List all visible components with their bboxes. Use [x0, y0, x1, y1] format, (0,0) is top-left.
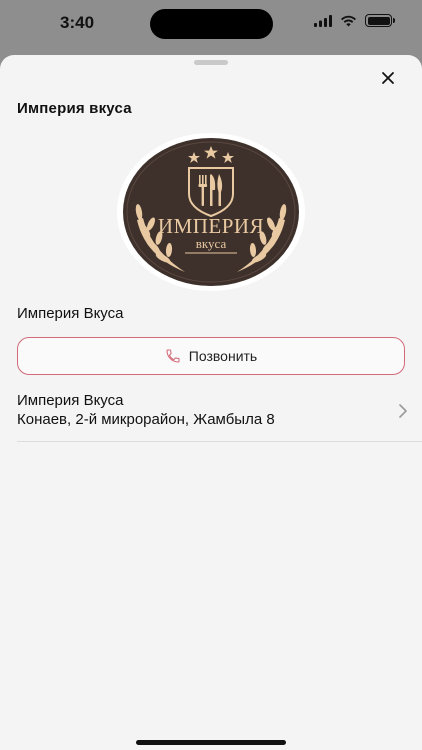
dynamic-island [150, 9, 273, 39]
bottom-sheet: Империя вкуса ИМПЕРИЯ вкуса Империя Вкус… [0, 55, 422, 750]
location-row[interactable]: Империя Вкуса Конаев, 2-й микрорайон, Жа… [17, 392, 422, 442]
location-address: Конаев, 2-й микрорайон, Жамбыла 8 [17, 411, 275, 428]
logo-text-line2: вкуса [196, 236, 227, 251]
sheet-grabber[interactable] [194, 60, 228, 65]
home-indicator[interactable] [136, 740, 286, 745]
wifi-icon [341, 15, 356, 26]
logo-text-line1: ИМПЕРИЯ [158, 214, 264, 238]
restaurant-logo: ИМПЕРИЯ вкуса [115, 132, 307, 292]
restaurant-name: Империя Вкуса [17, 305, 124, 322]
chevron-right-icon [399, 404, 407, 418]
status-icons [314, 14, 395, 27]
status-time: 3:40 [60, 13, 95, 32]
sheet-title: Империя вкуса [17, 100, 132, 117]
status-bar: 3:40 [0, 0, 422, 50]
call-button-label: Позвонить [188, 348, 258, 364]
call-button[interactable]: Позвонить [17, 337, 405, 375]
close-icon[interactable] [380, 70, 396, 86]
battery-icon [365, 14, 395, 27]
location-title: Империя Вкуса [17, 392, 124, 409]
signal-icon [314, 14, 332, 27]
phone-icon [166, 349, 180, 363]
